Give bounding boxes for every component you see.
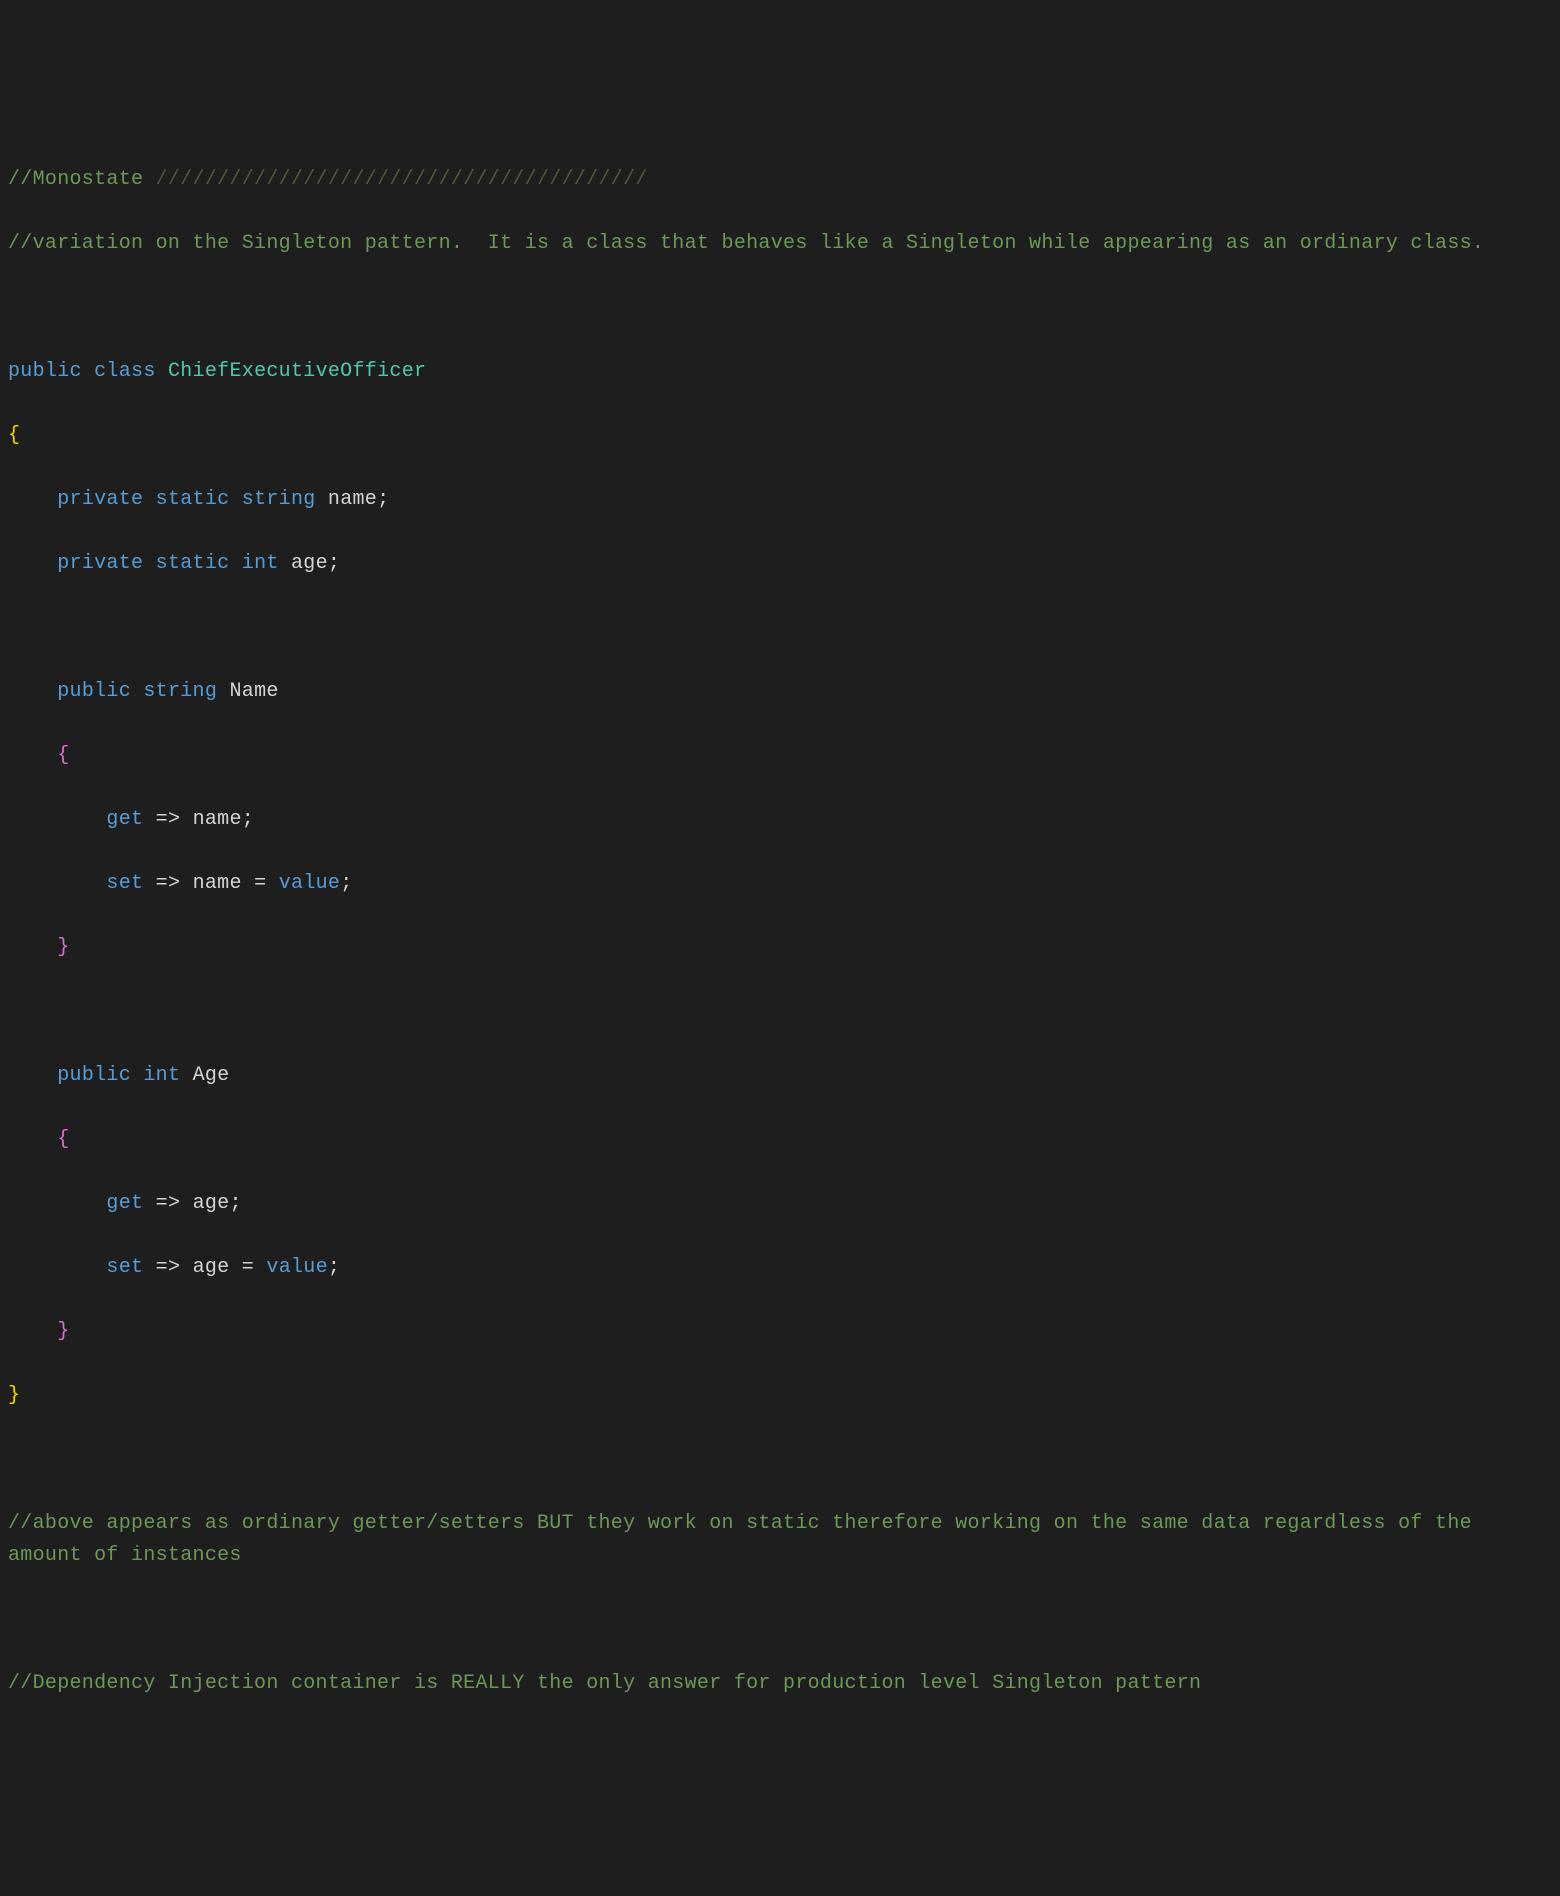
code-line: //above appears as ordinary getter/sette… (8, 1508, 1552, 1572)
close-brace: } (57, 936, 69, 959)
open-brace: { (8, 424, 20, 447)
code-line: set => age = value; (8, 1252, 1552, 1284)
keyword-public: public (57, 680, 131, 703)
code-editor[interactable]: //Monostate ////////////////////////////… (0, 128, 1560, 1736)
arrow-operator: => (156, 872, 181, 895)
keyword-int: int (143, 1064, 180, 1087)
semicolon: ; (328, 1256, 340, 1279)
equals-operator: = (242, 1256, 254, 1279)
keyword-class: class (94, 360, 156, 383)
class-name: ChiefExecutiveOfficer (168, 360, 426, 383)
code-line: } (8, 1380, 1552, 1412)
code-line: get => name; (8, 804, 1552, 836)
keyword-set: set (106, 1256, 143, 1279)
keyword-get: get (106, 1192, 143, 1215)
arrow-operator: => (156, 1256, 181, 1279)
code-line: //Dependency Injection container is REAL… (8, 1668, 1552, 1700)
code-line: //Monostate ////////////////////////////… (8, 164, 1552, 196)
keyword-private: private (57, 552, 143, 575)
keyword-int: int (242, 552, 279, 575)
keyword-string: string (143, 680, 217, 703)
open-brace: { (57, 744, 69, 767)
semicolon: ; (229, 1192, 241, 1215)
keyword-static: static (156, 488, 230, 511)
keyword-public: public (8, 360, 82, 383)
code-line: set => name = value; (8, 868, 1552, 900)
code-line: { (8, 1124, 1552, 1156)
code-line: } (8, 932, 1552, 964)
code-line (8, 1604, 1552, 1636)
keyword-value: value (266, 1256, 328, 1279)
code-line (8, 612, 1552, 644)
field-name: age (291, 552, 328, 575)
keyword-string: string (242, 488, 316, 511)
keyword-public: public (57, 1064, 131, 1087)
code-line: } (8, 1316, 1552, 1348)
keyword-static: static (156, 552, 230, 575)
code-line: public int Age (8, 1060, 1552, 1092)
code-line: private static string name; (8, 484, 1552, 516)
arrow-operator: => (156, 808, 181, 831)
code-line: get => age; (8, 1188, 1552, 1220)
code-line: { (8, 740, 1552, 772)
semicolon: ; (340, 872, 352, 895)
semicolon: ; (328, 552, 340, 575)
close-brace: } (8, 1384, 20, 1407)
code-line (8, 292, 1552, 324)
code-line (8, 996, 1552, 1028)
field-ref: age (193, 1256, 230, 1279)
keyword-private: private (57, 488, 143, 511)
property-name: Age (193, 1064, 230, 1087)
keyword-get: get (106, 808, 143, 831)
code-line: //variation on the Singleton pattern. It… (8, 228, 1552, 260)
code-line: { (8, 420, 1552, 452)
property-name: Name (229, 680, 278, 703)
comment-separator: //////////////////////////////////////// (156, 168, 648, 191)
field-ref: name (193, 872, 242, 895)
code-line (8, 1444, 1552, 1476)
equals-operator: = (254, 872, 266, 895)
semicolon: ; (242, 808, 254, 831)
open-brace: { (57, 1128, 69, 1151)
field-ref: age (193, 1192, 230, 1215)
code-line: public class ChiefExecutiveOfficer (8, 356, 1552, 388)
code-line: private static int age; (8, 548, 1552, 580)
close-brace: } (57, 1320, 69, 1343)
field-ref: name (193, 808, 242, 831)
arrow-operator: => (156, 1192, 181, 1215)
keyword-set: set (106, 872, 143, 895)
comment-text: //Monostate (8, 168, 156, 191)
keyword-value: value (279, 872, 341, 895)
semicolon: ; (377, 488, 389, 511)
field-name: name (328, 488, 377, 511)
code-line: public string Name (8, 676, 1552, 708)
